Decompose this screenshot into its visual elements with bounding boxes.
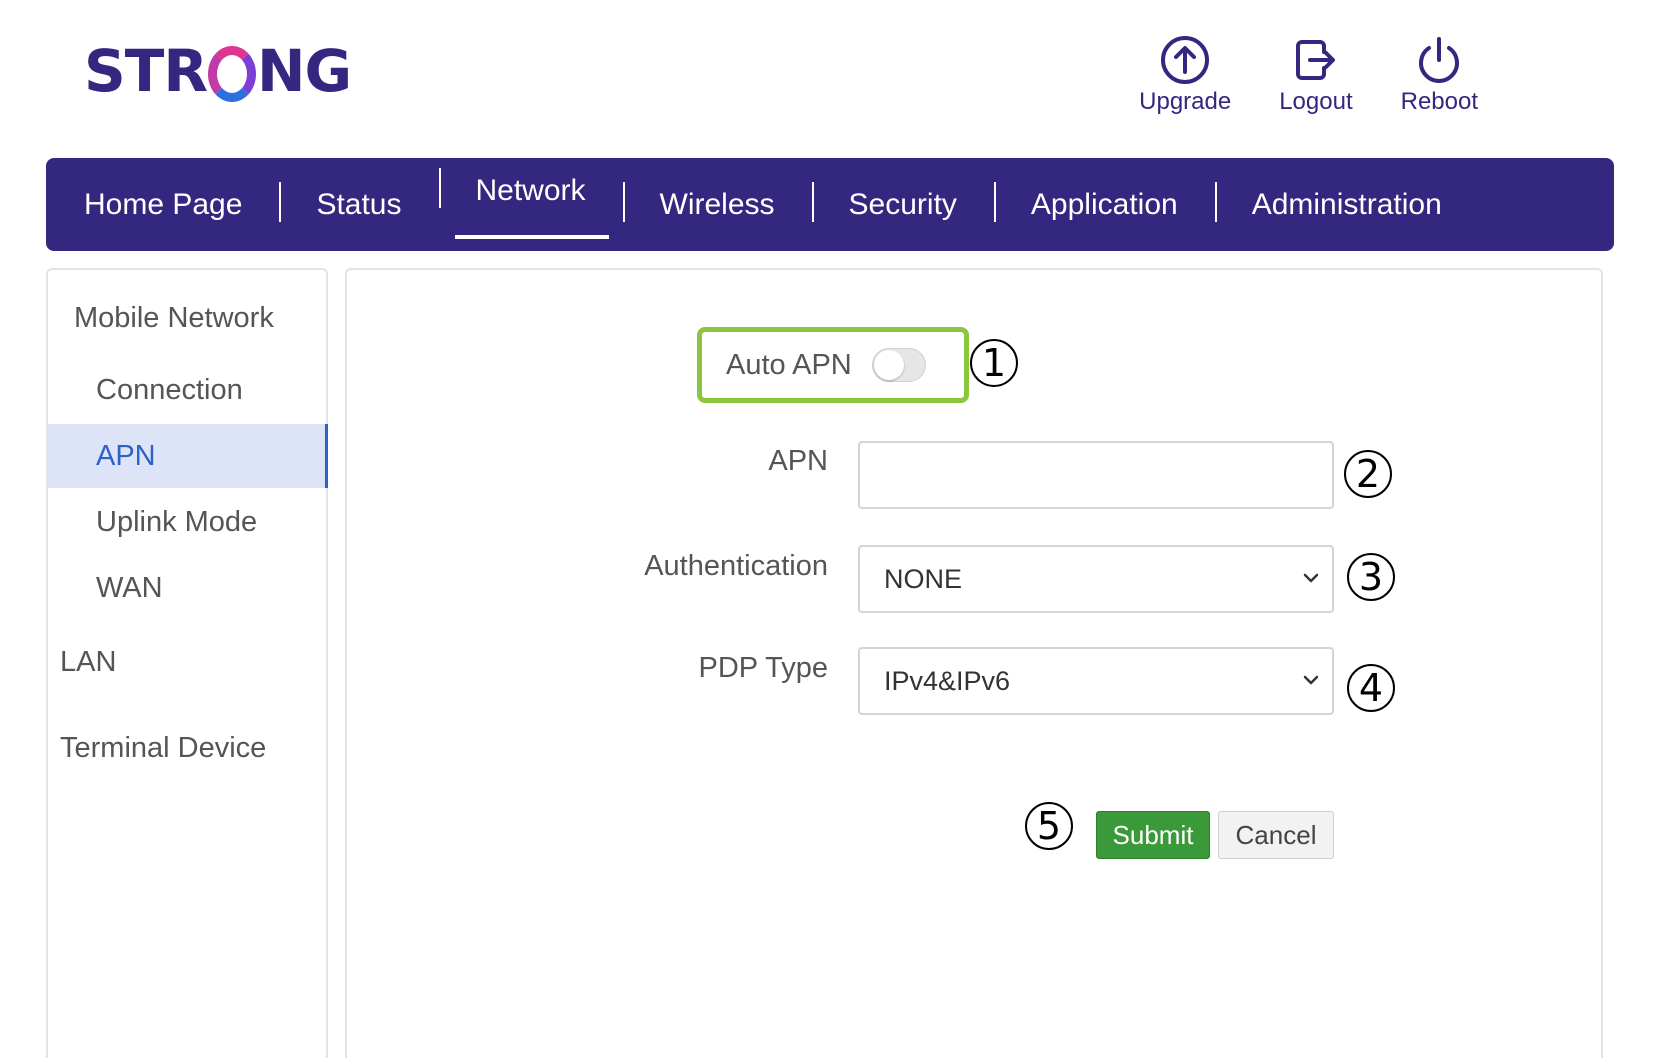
nav-network[interactable]: Network: [438, 144, 623, 239]
sidebar-item-uplink-mode[interactable]: Uplink Mode: [48, 496, 328, 548]
logo-text-suffix: NG: [257, 37, 352, 105]
callout-4: 4: [1347, 664, 1395, 712]
authentication-select[interactable]: NONE: [858, 545, 1334, 613]
callout-2: 2: [1344, 450, 1392, 498]
sidebar-item-wan[interactable]: WAN: [48, 562, 328, 614]
logo-ring-icon: [208, 46, 256, 102]
chevron-down-icon: [1303, 573, 1319, 583]
sidebar-item-lan[interactable]: LAN: [48, 636, 328, 688]
upgrade-label: Upgrade: [1139, 88, 1232, 115]
apn-field-label: APN: [768, 445, 828, 477]
sidebar: Mobile Network Connection APN Uplink Mod…: [46, 268, 328, 1058]
nav-status[interactable]: Status: [279, 158, 438, 251]
authentication-value: NONE: [884, 563, 963, 594]
pdp-type-value: IPv4&IPv6: [884, 665, 1011, 696]
nav-administration[interactable]: Administration: [1214, 158, 1479, 251]
sidebar-item-mobile-network[interactable]: Mobile Network: [48, 292, 328, 344]
nav-application[interactable]: Application: [993, 158, 1215, 251]
auto-apn-highlight: Auto APN: [697, 327, 969, 403]
logout-button[interactable]: Logout: [1279, 34, 1353, 116]
cancel-button[interactable]: Cancel: [1218, 811, 1334, 859]
power-icon: [1419, 37, 1460, 83]
authentication-label: Authentication: [644, 550, 828, 582]
chevron-down-icon: [1303, 675, 1319, 685]
callout-3: 3: [1347, 553, 1395, 601]
strong-logo: STR NG: [84, 37, 352, 105]
sidebar-item-apn[interactable]: APN: [48, 424, 328, 488]
toggle-knob: [873, 350, 904, 380]
submit-button[interactable]: Submit: [1096, 811, 1210, 859]
reboot-label: Reboot: [1400, 88, 1478, 115]
nav-home-page[interactable]: Home Page: [84, 158, 279, 251]
apn-input[interactable]: [858, 441, 1334, 509]
nav-wireless[interactable]: Wireless: [622, 158, 812, 251]
auto-apn-toggle[interactable]: [871, 348, 926, 382]
upload-circle-icon: [1161, 36, 1210, 84]
callout-5: 5: [1025, 802, 1073, 850]
callout-1: 1: [970, 339, 1018, 387]
nav-security[interactable]: Security: [811, 158, 994, 251]
logo-text-prefix: STR: [84, 37, 208, 105]
reboot-button[interactable]: Reboot: [1401, 34, 1478, 116]
logout-icon: [1295, 40, 1335, 80]
auto-apn-label: Auto APN: [726, 348, 852, 381]
pdp-type-select[interactable]: IPv4&IPv6: [858, 647, 1334, 715]
logout-label: Logout: [1279, 88, 1353, 115]
sidebar-item-terminal-device[interactable]: Terminal Device: [48, 722, 328, 774]
main-navbar: Home Page Status Network Wireless Securi…: [46, 158, 1614, 251]
upgrade-button[interactable]: Upgrade: [1139, 34, 1231, 116]
header-actions: Upgrade Logout Reboot: [1139, 34, 1478, 116]
sidebar-item-connection[interactable]: Connection: [48, 364, 328, 416]
pdp-type-label: PDP Type: [698, 652, 828, 684]
